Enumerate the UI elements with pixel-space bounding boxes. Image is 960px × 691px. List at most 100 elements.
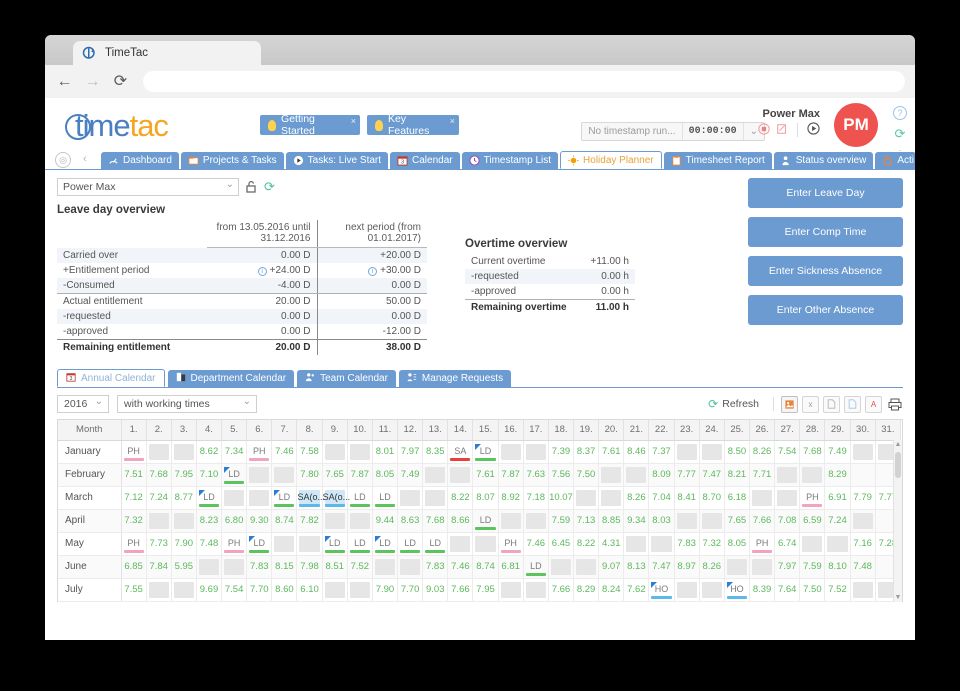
calendar-day-cell[interactable]: 6.10 [297, 578, 322, 601]
calendar-day-cell[interactable] [423, 486, 448, 509]
calendar-day-cell[interactable]: 7.24 [146, 486, 171, 509]
calendar-day-cell[interactable]: 7.04 [649, 486, 674, 509]
address-bar[interactable] [143, 71, 905, 92]
calendar-day-cell[interactable]: 7.16 [850, 532, 875, 555]
calendar-day-cell[interactable]: 8.21 [825, 601, 850, 602]
calendar-day-cell[interactable]: 7.95 [473, 578, 498, 601]
calendar-day-cell[interactable]: 7.61 [599, 440, 624, 463]
calendar-day-cell[interactable]: 8.37 [574, 440, 599, 463]
calendar-day-cell[interactable]: 8.07 [473, 486, 498, 509]
calendar-day-cell[interactable]: 7.63 [523, 463, 548, 486]
calendar-day-cell[interactable] [800, 601, 825, 602]
calendar-day-cell[interactable]: LD [473, 509, 498, 532]
calendar-day-cell[interactable]: 9.03 [423, 578, 448, 601]
calendar-day-cell[interactable]: LD [372, 486, 397, 509]
export-pdf-icon[interactable]: A [865, 396, 882, 413]
scroll-down-arrow[interactable]: ▼ [894, 594, 902, 601]
calendar-day-cell[interactable]: LD [322, 532, 347, 555]
calendar-day-cell[interactable]: LD [247, 532, 272, 555]
calendar-day-cell[interactable]: 8.41 [674, 486, 699, 509]
calendar-day-cell[interactable]: 8.21 [724, 463, 749, 486]
calendar-day-cell[interactable]: 8.15 [272, 555, 297, 578]
calendar-day-cell[interactable]: 7.85 [498, 601, 523, 602]
calendar-day-cell[interactable] [272, 532, 297, 555]
calendar-day-cell[interactable]: 4.31 [599, 532, 624, 555]
scroll-up-arrow[interactable]: ▲ [894, 441, 902, 448]
calendar-day-cell[interactable]: 6.59 [800, 509, 825, 532]
calendar-day-cell[interactable]: 7.59 [800, 555, 825, 578]
calendar-day-cell[interactable] [398, 486, 423, 509]
calendar-day-cell[interactable]: 7.32 [699, 532, 724, 555]
calendar-day-cell[interactable] [347, 578, 372, 601]
calendar-day-cell[interactable]: 7.66 [750, 509, 775, 532]
calendar-day-cell[interactable]: 6.45 [548, 532, 573, 555]
calendar-day-cell[interactable] [523, 578, 548, 601]
calendar-day-cell[interactable]: 7.79 [850, 486, 875, 509]
info-icon[interactable]: i [258, 267, 267, 276]
calendar-day-cell[interactable]: 8.62 [196, 440, 221, 463]
calendar-day-cell[interactable]: 8.04 [171, 601, 196, 602]
calendar-day-cell[interactable]: 8.03 [649, 509, 674, 532]
play-icon[interactable] [807, 122, 820, 138]
calendar-day-cell[interactable]: 7.24 [825, 509, 850, 532]
user-select[interactable]: Power Max [57, 178, 239, 196]
calendar-day-cell[interactable]: 8.99 [699, 601, 724, 602]
getting-started-pill[interactable]: Getting Started × [260, 115, 360, 135]
calendar-day-cell[interactable]: 7.46 [523, 532, 548, 555]
calendar-day-cell[interactable]: 7.93 [850, 601, 875, 602]
calendar-day-cell[interactable] [699, 509, 724, 532]
calendar-day-cell[interactable]: 8.74 [272, 509, 297, 532]
calendar-day-cell[interactable]: 7.34 [222, 440, 247, 463]
calendar-day-cell[interactable]: 8.26 [699, 555, 724, 578]
calendar-day-cell[interactable]: 7.49 [398, 463, 423, 486]
unlock-icon[interactable] [243, 180, 258, 195]
calendar-day-cell[interactable]: 7.52 [347, 555, 372, 578]
tab-timesheet-report[interactable]: Timesheet Report [664, 152, 772, 169]
calendar-day-cell[interactable] [699, 578, 724, 601]
calendar-day-cell[interactable] [599, 601, 624, 602]
calendar-day-cell[interactable]: 8.92 [498, 486, 523, 509]
calendar-day-cell[interactable]: 8.23 [196, 509, 221, 532]
calendar-day-cell[interactable] [674, 509, 699, 532]
calendar-day-cell[interactable]: LD [523, 555, 548, 578]
calendar-day-cell[interactable] [322, 440, 347, 463]
calendar-day-cell[interactable]: LD [423, 532, 448, 555]
calendar-day-cell[interactable]: 7.80 [297, 463, 322, 486]
calendar-day-cell[interactable] [297, 532, 322, 555]
tab-status-overview[interactable]: Status overview [774, 152, 874, 169]
calendar-day-cell[interactable] [222, 486, 247, 509]
calendar-day-cell[interactable]: 6.91 [825, 486, 850, 509]
calendar-day-cell[interactable]: 8.60 [272, 578, 297, 601]
calendar-day-cell[interactable] [448, 532, 473, 555]
calendar-day-cell[interactable]: 6.54 [574, 601, 599, 602]
calendar-day-cell[interactable]: 7.19 [398, 601, 423, 602]
calendar-day-cell[interactable]: SA [448, 440, 473, 463]
calendar-day-cell[interactable]: 8.56 [121, 601, 146, 602]
calendar-day-cell[interactable]: 6.81 [498, 555, 523, 578]
calendar-day-cell[interactable]: 9.44 [372, 509, 397, 532]
calendar-day-cell[interactable]: PH [800, 486, 825, 509]
calendar-day-cell[interactable] [674, 578, 699, 601]
calendar-day-cell[interactable]: 8.97 [674, 555, 699, 578]
calendar-day-cell[interactable]: 8.70 [699, 486, 724, 509]
calendar-day-cell[interactable]: 7.82 [297, 509, 322, 532]
calendar-day-cell[interactable] [372, 555, 397, 578]
calendar-day-cell[interactable]: 7.62 [624, 578, 649, 601]
calendar-day-cell[interactable]: 7.65 [724, 509, 749, 532]
calendar-day-cell[interactable] [599, 463, 624, 486]
calendar-day-cell[interactable] [724, 555, 749, 578]
calendar-day-cell[interactable] [171, 440, 196, 463]
calendar-day-cell[interactable]: 7.73 [146, 532, 171, 555]
calendar-day-cell[interactable]: HO [649, 578, 674, 601]
tab-holiday-planner[interactable]: Holiday Planner [560, 151, 662, 169]
calendar-day-cell[interactable] [473, 532, 498, 555]
calendar-day-cell[interactable]: 8.50 [724, 440, 749, 463]
calendar-day-cell[interactable]: 8.74 [473, 555, 498, 578]
calendar-day-cell[interactable]: 9.69 [196, 578, 221, 601]
calendar-day-cell[interactable]: 7.97 [398, 440, 423, 463]
calendar-day-cell[interactable] [800, 532, 825, 555]
calendar-day-cell[interactable]: 7.54 [222, 578, 247, 601]
calendar-day-cell[interactable] [398, 555, 423, 578]
export-doc-icon[interactable] [823, 396, 840, 413]
calendar-day-cell[interactable] [498, 440, 523, 463]
